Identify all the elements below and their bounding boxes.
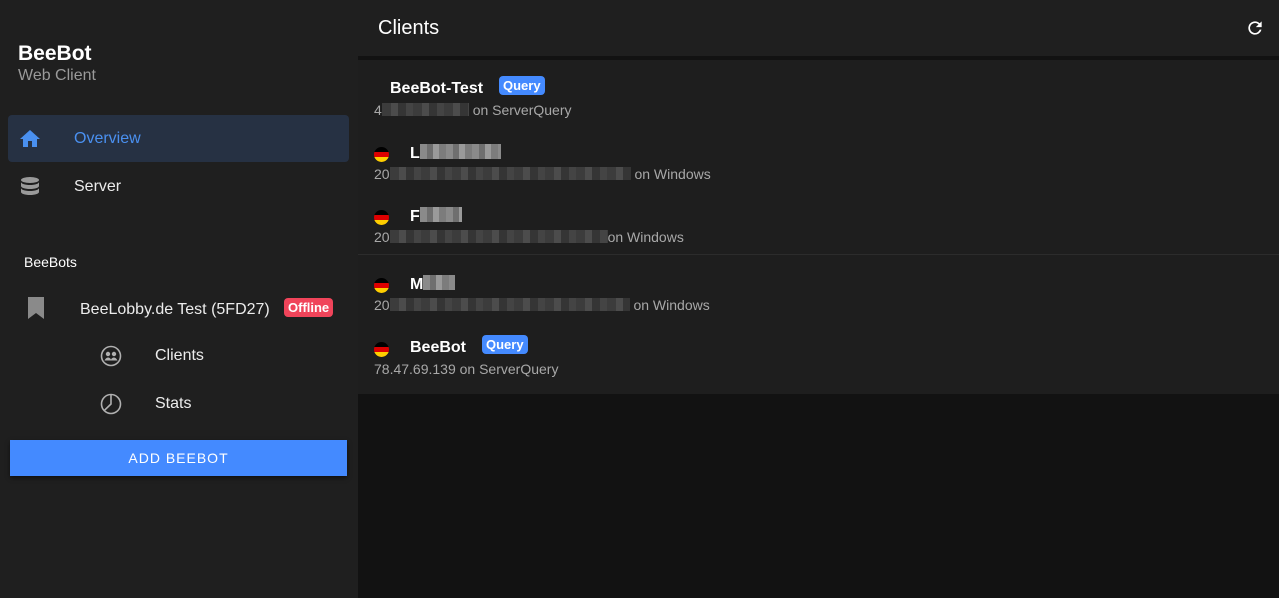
page-header: Clients — [358, 0, 1279, 56]
client-name: BeeBot-Test — [390, 80, 484, 97]
sidebar: BeeBot Web Client Overview Server BeeBot… — [0, 0, 358, 598]
beebot-name: BeeLobby.de Test (5FD27) — [80, 301, 270, 318]
beebot-sub-item-clients[interactable]: Clients — [8, 333, 349, 379]
beebot-sub-item-stats[interactable]: Stats — [8, 381, 349, 427]
germany-flag-icon — [374, 278, 389, 293]
redacted-text — [381, 103, 469, 116]
client-detail-suffix: on ServerQuery — [472, 102, 572, 118]
client-row[interactable]: BeeBot Query 78.47.69.139 on ServerQuery — [358, 319, 1279, 381]
client-detail-suffix: on Windows — [634, 166, 711, 182]
germany-flag-icon — [374, 147, 389, 162]
client-detail: 20 on Windows — [374, 166, 711, 182]
client-detail: 78.47.69.139 on ServerQuery — [374, 361, 559, 377]
nav-item-label: Overview — [74, 130, 141, 147]
client-detail-prefix: 20 — [374, 166, 390, 182]
sub-item-label: Stats — [155, 395, 192, 412]
query-badge: Query — [482, 335, 528, 354]
redacted-text — [419, 144, 501, 159]
add-beebot-button[interactable]: ADD BEEBOT — [10, 440, 347, 476]
status-badge: Offline — [284, 298, 334, 317]
germany-flag-icon — [374, 210, 389, 225]
database-icon — [21, 177, 39, 195]
client-detail: 20 on Windows — [374, 297, 710, 313]
client-detail-prefix: 20 — [374, 229, 390, 245]
home-icon — [20, 130, 40, 147]
client-row[interactable]: L 20 on Windows — [358, 124, 1279, 186]
germany-flag-icon — [374, 342, 389, 357]
page-title: Clients — [378, 17, 440, 39]
clients-list: BeeBot-Test Query 4 on ServerQuery L 20 … — [358, 60, 1279, 394]
client-detail-suffix: on Windows — [607, 229, 684, 245]
redacted-text — [389, 167, 631, 180]
query-badge: Query — [499, 76, 545, 95]
redacted-text — [419, 207, 462, 222]
redacted-text — [423, 275, 456, 290]
nav-item-label: Server — [74, 178, 122, 195]
pie-chart-icon — [100, 393, 122, 415]
nav-item-overview[interactable]: Overview — [8, 115, 349, 162]
nav-item-server[interactable]: Server — [8, 163, 349, 210]
brand-subtitle: Web Client — [18, 67, 96, 84]
refresh-icon[interactable] — [1245, 18, 1265, 38]
client-detail: 4 on ServerQuery — [374, 102, 572, 118]
client-name: BeeBot — [410, 339, 467, 356]
users-circle-icon — [100, 345, 122, 367]
client-name: F — [410, 207, 462, 226]
bookmark-icon — [28, 297, 44, 319]
client-row[interactable]: BeeBot-Test Query 4 on ServerQuery — [358, 60, 1279, 122]
client-row[interactable]: F 20 on Windows — [358, 187, 1279, 249]
section-label-beebots: BeeBots — [24, 254, 77, 270]
brand-title: BeeBot — [18, 42, 92, 65]
client-name: M — [410, 275, 456, 294]
sub-item-label: Clients — [155, 347, 204, 364]
redacted-text — [389, 230, 608, 243]
client-name: L — [410, 144, 501, 163]
client-detail-prefix: 20 — [374, 297, 390, 313]
client-detail: 20 on Windows — [374, 229, 684, 245]
beebot-item[interactable]: BeeLobby.de Test (5FD27) Offline — [8, 286, 349, 332]
client-row[interactable]: M 20 on Windows — [358, 254, 1279, 316]
client-detail-suffix: on Windows — [633, 297, 710, 313]
redacted-text — [389, 298, 630, 311]
app-root: BeeBot Web Client Overview Server BeeBot… — [0, 0, 1279, 598]
client-detail-prefix: 4 — [374, 102, 382, 118]
